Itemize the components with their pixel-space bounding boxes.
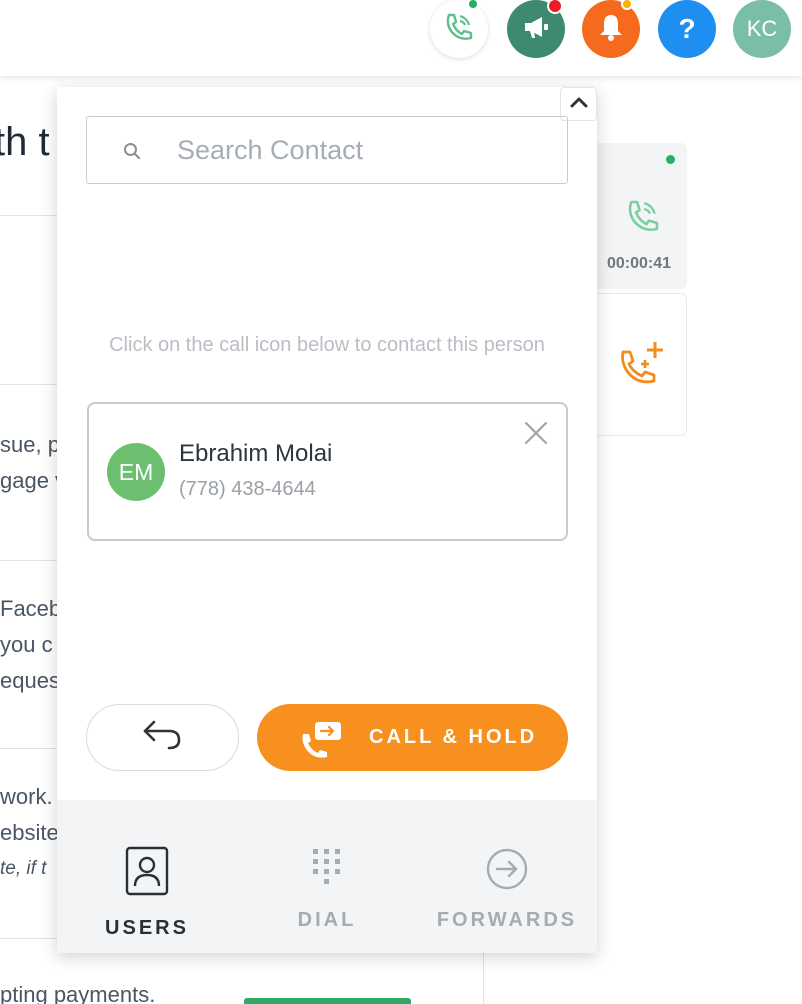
background-text: work. I	[0, 784, 65, 809]
background-text: ebsite	[0, 820, 59, 845]
background-text: eques	[0, 668, 60, 693]
help-button[interactable]: ?	[658, 0, 716, 58]
avatar-initials: KC	[746, 16, 778, 41]
phone-call-icon	[622, 195, 664, 242]
notifications-button[interactable]	[582, 0, 640, 58]
background-text: Faceb	[0, 596, 62, 621]
back-button[interactable]	[86, 704, 239, 771]
background-text: you c	[0, 632, 53, 657]
dialpad-icon	[311, 847, 343, 894]
forward-arrow-icon	[485, 847, 529, 896]
active-call-button[interactable]	[430, 0, 488, 58]
notification-dot	[621, 0, 633, 10]
tab-label: FORWARDS	[436, 909, 578, 931]
tab-users[interactable]: USERS	[57, 800, 237, 953]
tab-dial[interactable]: DIAL	[237, 800, 417, 953]
user-avatar[interactable]: KC	[733, 0, 791, 58]
live-indicator	[666, 155, 675, 164]
primary-action-button[interactable]	[244, 998, 411, 1004]
background-text: te, if t	[0, 858, 47, 879]
background-text: pting payments.	[0, 982, 156, 1004]
selected-contact-card[interactable]: EM Ebrahim Molai (778) 438-4644	[87, 402, 568, 541]
contact-initials: EM	[118, 458, 154, 485]
bell-icon	[596, 12, 626, 47]
call-hint: Click on the call icon below to contact …	[109, 334, 545, 356]
call-and-hold-label: CALL & HOLD	[369, 726, 538, 748]
transfer-call-icon	[299, 720, 343, 765]
announcements-button[interactable]	[507, 0, 565, 58]
contact-phone: (778) 438-4644	[179, 478, 316, 500]
chevron-up-icon	[569, 95, 589, 114]
call-timer: 00:00:41	[607, 255, 672, 272]
tab-forwards[interactable]: FORWARDS	[417, 800, 597, 953]
phone-call-icon	[441, 9, 477, 50]
megaphone-icon	[521, 12, 551, 47]
tab-label: DIAL	[297, 909, 357, 931]
top-bar: ? KC	[0, 0, 802, 76]
search-icon	[123, 142, 141, 165]
bottom-tab-bar: USERS DIAL FORWARDS	[57, 800, 597, 953]
back-arrow-icon	[141, 718, 185, 757]
status-dot	[467, 0, 479, 10]
background-text: sue, p	[0, 432, 60, 457]
search-box	[86, 116, 568, 184]
page-heading: th t	[0, 120, 50, 164]
help-icon: ?	[678, 13, 696, 44]
contact-name: Ebrahim Molai	[179, 440, 333, 467]
call-and-hold-button[interactable]: CALL & HOLD	[257, 704, 568, 771]
user-badge-icon	[125, 846, 169, 901]
contact-avatar: EM	[107, 443, 165, 501]
contact-transfer-panel: Click on the call icon below to contact …	[57, 87, 597, 953]
search-input[interactable]	[177, 127, 547, 173]
close-icon[interactable]	[523, 420, 549, 451]
notification-dot	[547, 0, 563, 14]
add-call-icon	[615, 338, 667, 395]
tab-label: USERS	[105, 917, 189, 939]
